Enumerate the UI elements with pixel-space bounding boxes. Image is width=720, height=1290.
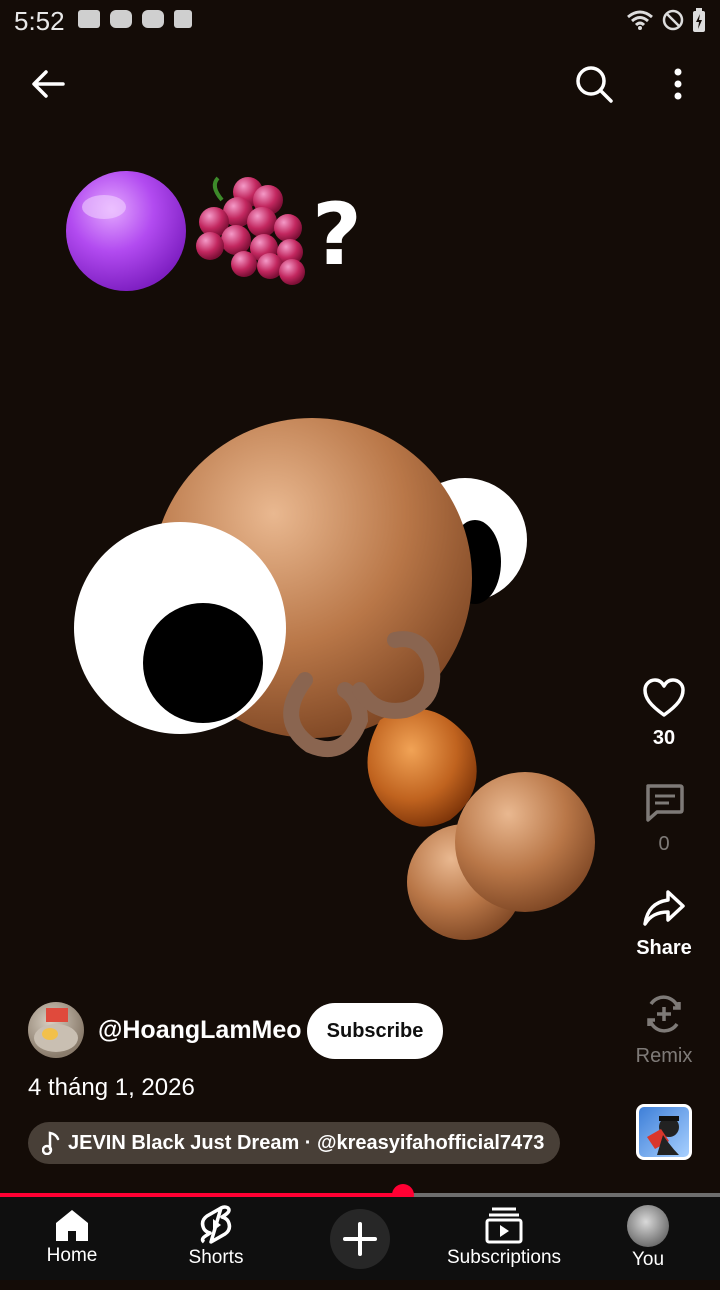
channel-handle[interactable]: @HoangLamMeo bbox=[98, 1016, 302, 1045]
arrow-left-icon bbox=[32, 70, 65, 98]
cartoon-character bbox=[74, 418, 595, 940]
search-button[interactable] bbox=[566, 56, 622, 112]
nav-you-label: You bbox=[631, 1249, 665, 1270]
nav-you[interactable]: You bbox=[612, 1197, 684, 1288]
bottom-navigation: Home Shorts Subscriptions You bbox=[0, 1197, 720, 1280]
status-time: 5:52 bbox=[14, 6, 65, 36]
comment-count: 0 bbox=[658, 833, 670, 855]
like-button[interactable]: 30 bbox=[619, 678, 709, 750]
user-avatar bbox=[627, 1205, 669, 1247]
more-options-button[interactable] bbox=[650, 56, 706, 112]
search-icon bbox=[576, 66, 613, 103]
nav-subscriptions[interactable]: Subscriptions bbox=[444, 1197, 564, 1288]
grapes-emoji bbox=[196, 176, 305, 285]
gallery-notification-icon bbox=[78, 10, 100, 28]
nav-subscriptions-label: Subscriptions bbox=[446, 1247, 562, 1268]
purple-ball-emoji bbox=[66, 171, 186, 291]
nav-shorts[interactable]: Shorts bbox=[180, 1197, 252, 1288]
do-not-disturb-icon bbox=[662, 9, 684, 31]
heart-icon bbox=[643, 678, 685, 717]
nav-home-label: Home bbox=[46, 1245, 98, 1266]
system-status-icons bbox=[626, 8, 706, 32]
remix-button[interactable]: Remix bbox=[619, 992, 709, 1068]
youtube-notification-icon bbox=[110, 10, 132, 28]
youtube-notification-icon-2 bbox=[142, 10, 164, 28]
home-icon bbox=[56, 1210, 88, 1241]
comments-button[interactable]: 0 bbox=[619, 782, 709, 856]
shorts-icon bbox=[200, 1205, 232, 1244]
plus-icon bbox=[343, 1222, 377, 1256]
nav-shorts-label: Shorts bbox=[188, 1247, 244, 1268]
share-label: Share bbox=[636, 937, 692, 959]
nav-home[interactable]: Home bbox=[36, 1197, 108, 1290]
channel-avatar[interactable] bbox=[28, 1002, 84, 1058]
sound-thumbnail[interactable] bbox=[636, 1104, 692, 1160]
subscriptions-icon bbox=[485, 1207, 523, 1244]
music-text: JEVIN Black Just Dream · @kreasyifahoffi… bbox=[68, 1131, 545, 1154]
wifi-icon bbox=[627, 10, 653, 30]
back-button[interactable] bbox=[20, 56, 76, 112]
comment-icon bbox=[646, 784, 684, 822]
like-count: 30 bbox=[652, 727, 676, 749]
remix-label: Remix bbox=[635, 1045, 693, 1067]
notification-icons bbox=[78, 10, 192, 28]
upload-date: 4 tháng 1, 2026 bbox=[28, 1074, 195, 1101]
more-vertical-icon bbox=[674, 68, 682, 100]
sound-thumbnail-image bbox=[647, 1116, 679, 1155]
remix-icon bbox=[647, 995, 681, 1033]
close-notification-icon bbox=[174, 10, 192, 28]
share-button[interactable]: Share bbox=[619, 888, 709, 960]
music-note-icon bbox=[42, 1131, 60, 1155]
question-mark-text: ? bbox=[312, 185, 362, 285]
subscribe-button[interactable]: Subscribe bbox=[307, 1003, 443, 1059]
music-attribution[interactable]: JEVIN Black Just Dream · @kreasyifahoffi… bbox=[28, 1122, 561, 1164]
create-button[interactable] bbox=[330, 1209, 390, 1269]
share-arrow-icon bbox=[643, 890, 685, 926]
avatar-image bbox=[34, 1008, 78, 1052]
battery-icon bbox=[693, 8, 705, 32]
